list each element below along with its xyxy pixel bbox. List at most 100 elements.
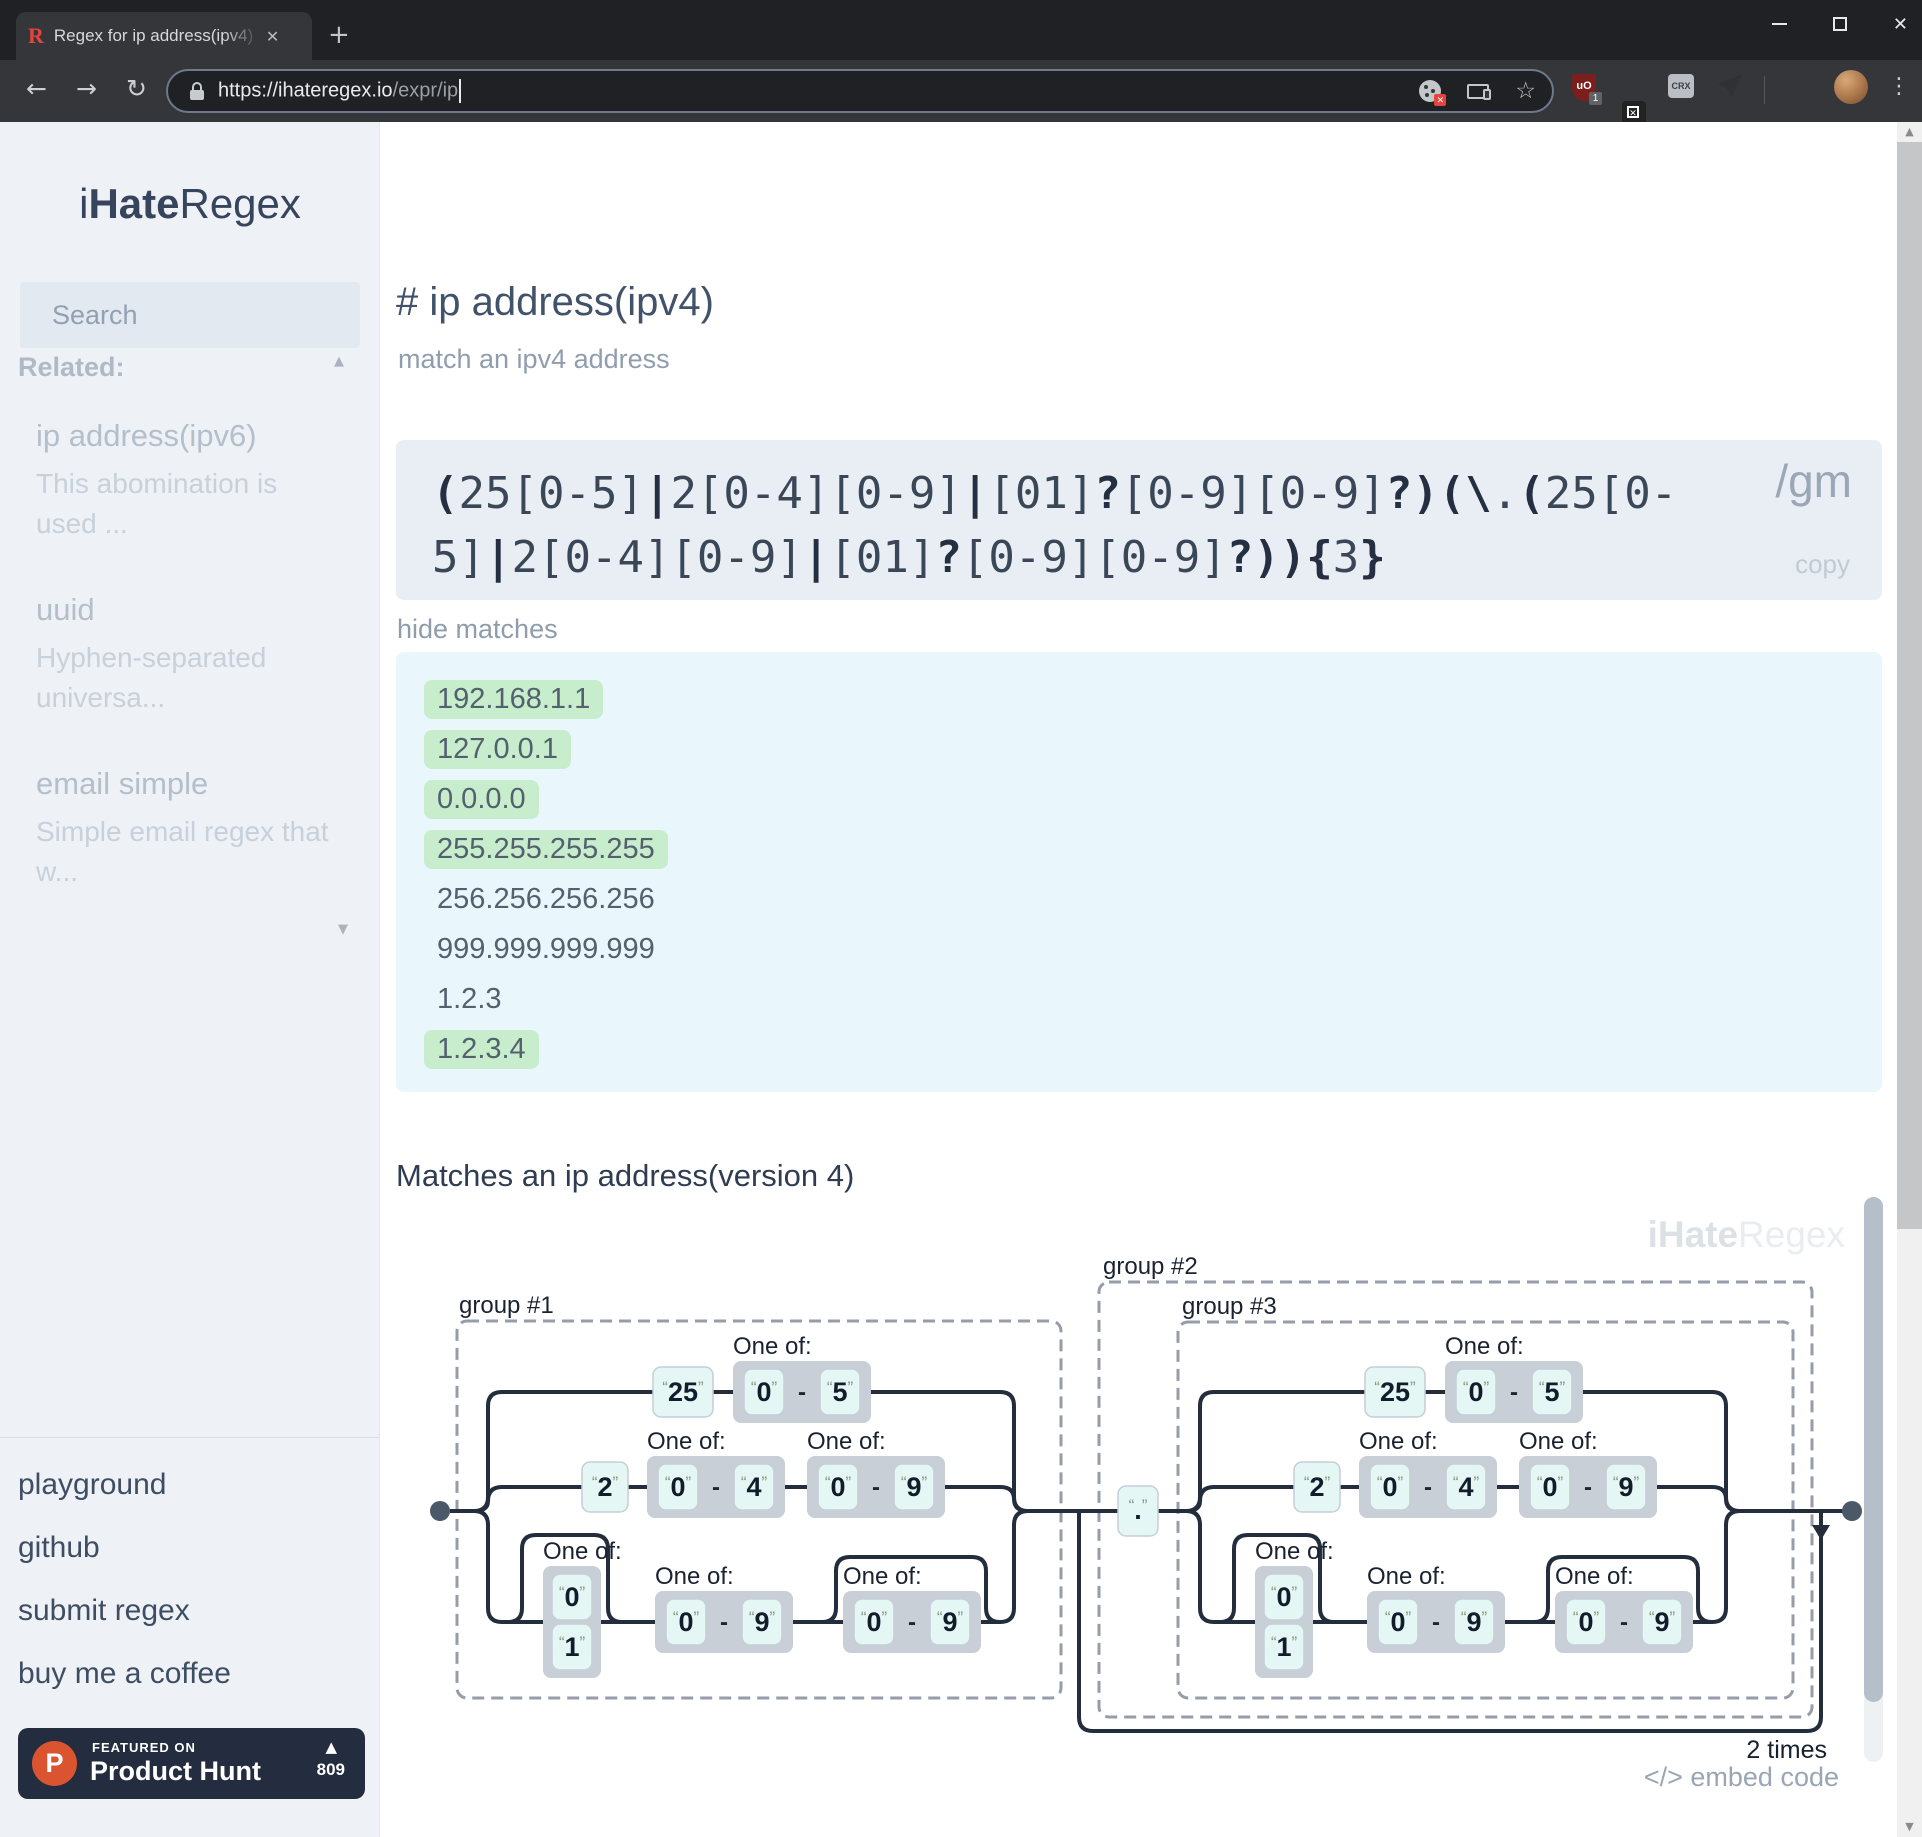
new-tab-button[interactable]: + (328, 22, 350, 48)
ublock-extension-icon[interactable]: uO 1 (1572, 74, 1602, 105)
svg-text:One of:: One of: (647, 1428, 726, 1455)
copy-button[interactable]: copy (1795, 549, 1850, 580)
forward-button[interactable]: → (76, 74, 97, 103)
group1-label: group #1 (459, 1292, 554, 1319)
match-value: 192.168.1.1 (424, 679, 604, 719)
product-hunt-badge[interactable]: P FEATURED ON Product Hunt ▲ 809 (18, 1728, 365, 1799)
url-bar[interactable]: https://ihateregex.io/expr/ip ✕ ☆ (166, 69, 1554, 113)
bookmark-star-icon[interactable]: ☆ (1515, 78, 1536, 104)
product-hunt-logo-icon: P (32, 1741, 77, 1786)
group3-label: group #3 (1182, 1293, 1277, 1320)
embed-code-link[interactable]: </> embed code (1644, 1762, 1839, 1793)
match-list[interactable]: 192.168.1.1 127.0.0.1 0.0.0.0 255.255.255.2… (396, 652, 1882, 1092)
related-item[interactable]: uuid Hyphen-separated universa... (36, 592, 336, 718)
titlebar: R Regex for ip address(ipv4) - iHate ✕ +… (0, 0, 1922, 60)
diagram-scrollbar[interactable] (1864, 1197, 1883, 1762)
svg-text:-: - (712, 1474, 720, 1501)
diagram-scrollbar-thumb[interactable] (1864, 1197, 1883, 1702)
match-row: 255.255.255.255 (424, 824, 1854, 874)
sidebar-link[interactable]: submit regex (18, 1594, 231, 1628)
match-value: 127.0.0.1 (424, 729, 571, 769)
svg-text:“25”: “25” (662, 1377, 704, 1407)
sidebar-link[interactable]: buy me a coffee (18, 1657, 231, 1691)
related-item-title[interactable]: uuid (36, 592, 336, 628)
scrollbar-down-icon[interactable]: ▼ (1897, 1817, 1922, 1837)
match-value: 999.999.999.999 (437, 932, 655, 965)
window-close-icon[interactable]: ✕ (1893, 14, 1908, 35)
upvote-count: 809 (316, 1760, 345, 1779)
svg-text:One of:: One of: (655, 1563, 734, 1590)
window-maximize-icon[interactable] (1832, 17, 1847, 31)
cookie-blocked-icon[interactable]: ✕ (1419, 80, 1447, 106)
browser-tab[interactable]: R Regex for ip address(ipv4) - iHate ✕ (16, 12, 312, 60)
page-subtitle: match an ipv4 address (398, 344, 670, 374)
svg-text:-: - (720, 1609, 728, 1636)
related-item[interactable]: ip address(ipv6) This abomination is used… (36, 418, 336, 544)
code-icon: </> (1643, 1762, 1683, 1792)
scrollbar-up-icon[interactable]: ▲ (1897, 122, 1922, 142)
svg-text:-: - (872, 1474, 880, 1501)
send-to-devices-icon[interactable] (1467, 83, 1492, 100)
svg-text:One of:: One of: (543, 1538, 622, 1565)
match-row: 999.999.999.999 (424, 924, 1854, 974)
group2-label: group #2 (1103, 1253, 1198, 1280)
end-node (1842, 1501, 1862, 1521)
svg-text:-: - (908, 1609, 916, 1636)
crx-extension-icon[interactable]: CRX (1668, 74, 1694, 98)
browser-menu-icon[interactable]: ⋮ (1888, 74, 1910, 99)
plane-extension-icon[interactable] (1718, 74, 1742, 98)
url-text[interactable]: https://ihateregex.io/expr/ip (218, 79, 462, 103)
main-content: # ip address(ipv4) match an ipv4 address… (380, 122, 1897, 1837)
sidebar: iHateRegex Related: ▲ ip address(ipv6) Th… (0, 122, 380, 1837)
related-item-title[interactable]: email simple (36, 766, 336, 802)
match-row: 1.2.3 (424, 974, 1854, 1024)
related-list: ip address(ipv6) This abomination is used… (36, 418, 336, 940)
site-logo[interactable]: iHateRegex (0, 180, 380, 228)
diagram-watermark: iHateRegex (1648, 1214, 1846, 1255)
match-row: 192.168.1.1 (424, 674, 1854, 724)
page-scrollbar[interactable]: ▲ ▼ (1897, 122, 1922, 1837)
sidebar-link[interactable]: github (18, 1531, 231, 1565)
section-title: Matches an ip address(version 4) (396, 1158, 855, 1193)
product-hunt-label: Product Hunt (90, 1756, 261, 1786)
hide-matches-link[interactable]: hide matches (397, 614, 558, 645)
related-item[interactable]: email simple Simple email regex that w... (36, 766, 336, 892)
svg-text:-: - (798, 1379, 806, 1406)
related-item-title[interactable]: ip address(ipv6) (36, 418, 336, 454)
scroll-up-icon[interactable]: ▲ (334, 354, 344, 369)
reload-button[interactable]: ↻ (126, 74, 147, 103)
window-minimize-icon[interactable] (1771, 23, 1787, 25)
match-row: 127.0.0.1 (424, 724, 1854, 774)
profile-avatar[interactable] (1834, 70, 1868, 104)
svg-text:One of:: One of: (843, 1563, 922, 1590)
match-value: 256.256.256.256 (437, 882, 655, 915)
railroad-diagram[interactable]: iHateRegex group #1 group #2 group #3 “2… (396, 1197, 1890, 1800)
scroll-down-icon[interactable]: ▼ (338, 922, 348, 937)
upvote-icon: ▲ (325, 1738, 337, 1756)
regex-flags: /gm (1775, 455, 1852, 507)
tab-close-icon[interactable]: ✕ (266, 27, 279, 46)
lock-icon[interactable] (190, 82, 204, 100)
match-value: 1.2.3.4 (424, 1029, 539, 1069)
related-label: Related: (18, 352, 125, 382)
search-input[interactable] (20, 282, 360, 348)
sidebar-link[interactable]: playground (18, 1468, 231, 1502)
svg-text:One of:: One of: (807, 1428, 886, 1455)
page-title: # ip address(ipv4) (396, 280, 714, 324)
match-row: 256.256.256.256 (424, 874, 1854, 924)
regex-pattern[interactable]: (25[0-5]|2[0-4][0-9]|[01]?[0-9][0-9]?)(\… (432, 462, 1687, 590)
sidebar-bottom: playground github submit regex buy me a cof… (0, 1437, 379, 1837)
svg-text:One of:: One of: (733, 1333, 812, 1360)
text-caret (459, 79, 462, 103)
page-scrollbar-thumb[interactable] (1897, 142, 1922, 1229)
loop-direction-arrow-icon (1812, 1525, 1830, 1540)
toolbar-separator (1764, 76, 1765, 104)
match-value: 255.255.255.255 (424, 829, 668, 869)
tab-title: Regex for ip address(ipv4) - iHate (53, 26, 260, 45)
browser-toolbar: ← → ↻ https://ihateregex.io/expr/ip ✕ ☆ … (0, 60, 1922, 146)
favicon-icon: R (28, 23, 44, 48)
featured-on-label: FEATURED ON (92, 1740, 196, 1755)
match-value: 1.2.3 (437, 982, 502, 1015)
back-button[interactable]: ← (26, 74, 47, 103)
regex-box[interactable]: (25[0-5]|2[0-4][0-9]|[01]?[0-9][0-9]?)(\… (396, 440, 1882, 600)
